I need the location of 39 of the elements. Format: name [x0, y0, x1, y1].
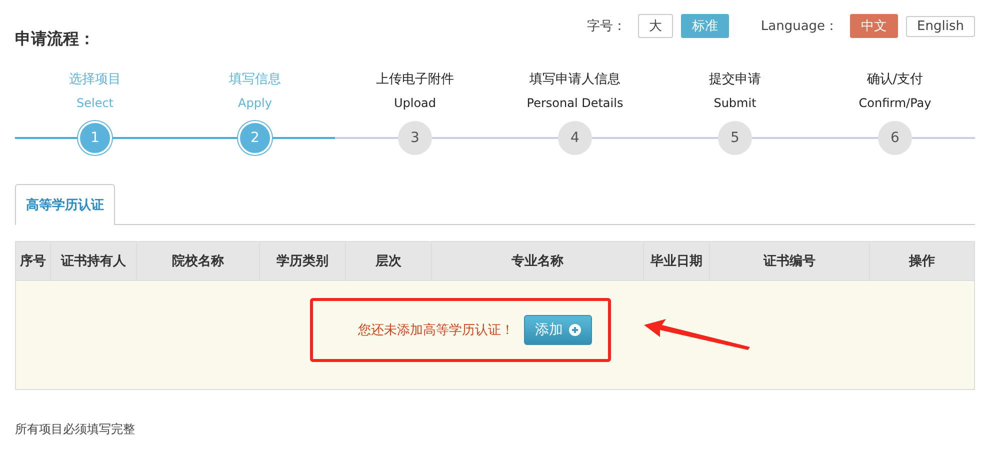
- column-header: 序号: [16, 242, 51, 280]
- step-title: 填写信息: [229, 71, 281, 88]
- step-number-circle: 1: [78, 121, 112, 155]
- font-size-option-button[interactable]: 大: [638, 14, 673, 38]
- step-subtitle: Select: [76, 96, 114, 110]
- step-subtitle: Upload: [394, 96, 436, 110]
- language-label: Language：: [760, 18, 838, 35]
- step-subtitle: Apply: [238, 96, 272, 110]
- language-option-button[interactable]: English: [906, 16, 975, 36]
- page-title: 申请流程：: [15, 29, 95, 50]
- column-header: 层次: [346, 242, 432, 280]
- tab[interactable]: 高等学历认证: [15, 184, 115, 225]
- column-header: 操作: [908, 253, 936, 271]
- step-number-circle: 4: [558, 121, 592, 155]
- step-subtitle: Confirm/Pay: [858, 96, 932, 110]
- font-size-option-button[interactable]: 标准: [680, 14, 729, 38]
- step-title: 选择项目: [69, 71, 121, 88]
- step-title: 提交申请: [709, 71, 761, 88]
- footer-note: 所有项目必须填写完整: [15, 421, 136, 438]
- step-title: 上传电子附件: [376, 71, 454, 88]
- step-subtitle: Personal Details: [526, 96, 624, 110]
- step-title: 填写申请人信息: [530, 71, 620, 88]
- column-header: 学历类别: [260, 242, 346, 280]
- empty-message: 您还未添加高等学历认证！: [358, 322, 514, 339]
- step-number-circle: 2: [238, 121, 272, 155]
- column-header: 证书持有人: [51, 242, 137, 280]
- font-size-label: 字号：: [586, 18, 626, 35]
- column-header: 毕业日期: [644, 242, 710, 280]
- step-number-circle: 3: [398, 121, 432, 155]
- plus-circle-icon: [569, 324, 581, 336]
- step-number-circle: 6: [878, 121, 912, 155]
- step-title: 确认/支付: [866, 71, 924, 88]
- step-subtitle: Submit: [714, 96, 756, 110]
- column-header: 院校名称: [137, 242, 260, 280]
- step-number-circle: 5: [718, 121, 752, 155]
- language-option-button[interactable]: 中文: [850, 14, 898, 38]
- column-header: 证书编号: [710, 242, 870, 280]
- add-button[interactable]: 添加: [524, 315, 592, 345]
- column-header: 专业名称: [432, 242, 644, 280]
